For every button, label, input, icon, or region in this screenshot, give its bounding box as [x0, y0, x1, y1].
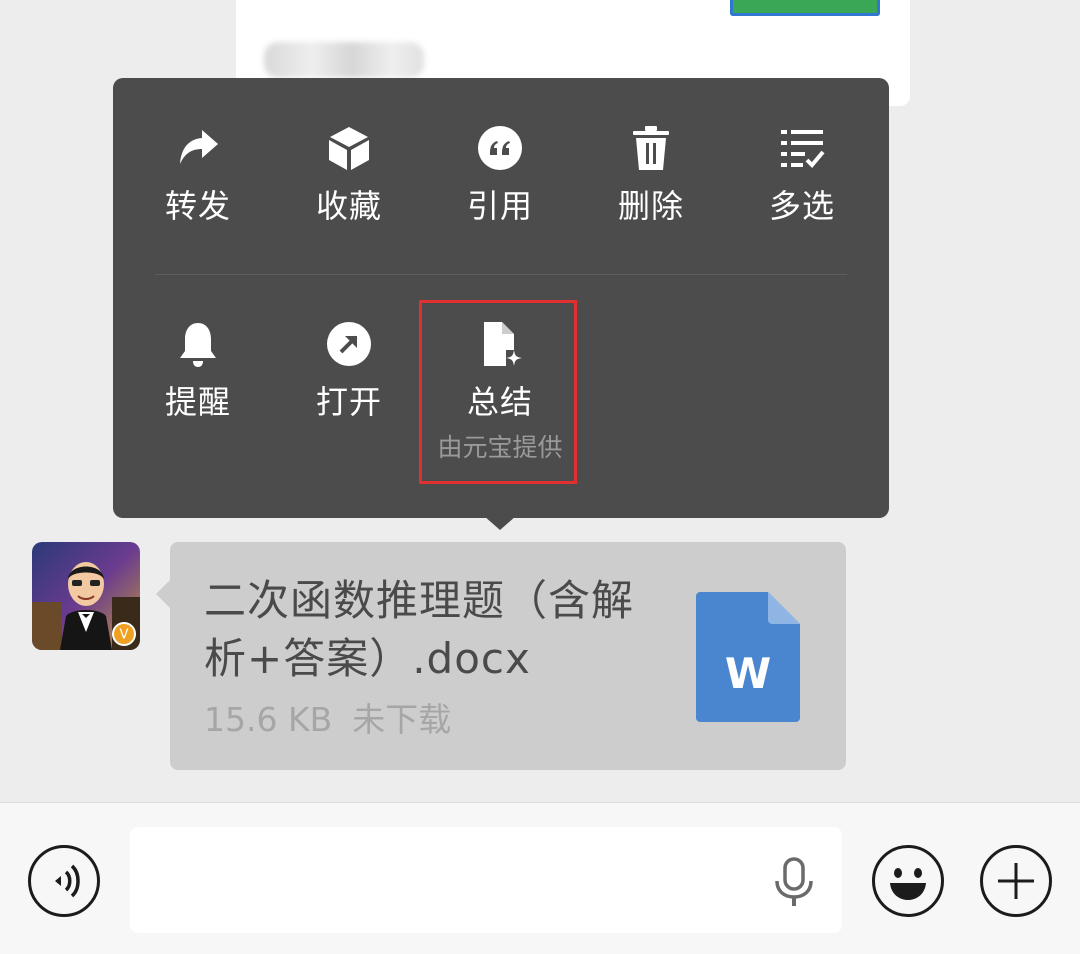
favorite-box-icon [329, 127, 369, 170]
blurred-content [264, 42, 424, 78]
menu-item-multi-select[interactable]: 多选 [727, 124, 877, 226]
file-message-bubble[interactable]: 二次函数推理题（含解析+答案）.docx 15.6 KB 未下载 W [170, 542, 846, 770]
plus-icon [998, 863, 1034, 899]
message-input[interactable] [130, 827, 842, 933]
menu-divider [155, 274, 847, 275]
menu-item-label: 收藏 [315, 187, 382, 225]
menu-item-remind[interactable]: 提醒 [123, 320, 273, 422]
quote-icon [478, 126, 522, 170]
bubble-tail [156, 580, 170, 608]
previous-message-thumbnail [730, 0, 880, 16]
menu-item-favorite[interactable]: 收藏 [274, 124, 424, 226]
voice-waves-icon [55, 864, 80, 898]
voice-mode-button[interactable] [28, 845, 100, 917]
open-arrow-icon [327, 322, 371, 366]
menu-item-label: 打开 [315, 383, 382, 421]
bell-icon [180, 323, 216, 367]
file-type-letter: W [725, 649, 771, 698]
menu-item-label: 引用 [466, 187, 533, 225]
message-context-menu: 转发 收藏 引用 删除 多选 提醒 打开 总结 由元宝提供 [113, 78, 889, 518]
chat-input-bar [0, 802, 1080, 954]
verified-badge-icon: V [112, 622, 136, 646]
emoji-button[interactable] [872, 845, 944, 917]
menu-pointer-arrow [484, 516, 516, 530]
menu-item-label: 总结 [466, 383, 533, 421]
file-meta: 15.6 KB 未下载 [204, 700, 451, 740]
more-functions-button[interactable] [980, 845, 1052, 917]
menu-item-label: 多选 [768, 187, 835, 225]
verified-badge-letter: V [120, 628, 129, 643]
avatar[interactable]: V [32, 542, 140, 650]
file-name: 二次函数推理题（含解析+答案）.docx [204, 576, 635, 683]
multi-select-icon [781, 130, 825, 168]
ai-summary-doc-icon [484, 322, 522, 366]
forward-icon [180, 130, 218, 164]
menu-item-label: 转发 [164, 187, 231, 225]
menu-item-provider-note: 由元宝提供 [437, 433, 563, 462]
trash-icon [633, 126, 669, 170]
menu-item-label: 删除 [617, 187, 684, 225]
smiley-face-icon [890, 868, 926, 900]
menu-item-quote[interactable]: 引用 [425, 124, 575, 226]
word-document-icon: W [696, 592, 800, 722]
menu-item-delete[interactable]: 删除 [576, 124, 726, 226]
menu-item-forward[interactable]: 转发 [123, 124, 273, 226]
menu-item-summary[interactable]: 总结 由元宝提供 [425, 320, 575, 464]
download-status: 未下载 [352, 700, 452, 739]
microphone-icon[interactable] [772, 857, 816, 907]
menu-item-open[interactable]: 打开 [274, 320, 424, 422]
file-size: 15.6 KB [204, 700, 333, 739]
menu-item-label: 提醒 [164, 383, 231, 421]
